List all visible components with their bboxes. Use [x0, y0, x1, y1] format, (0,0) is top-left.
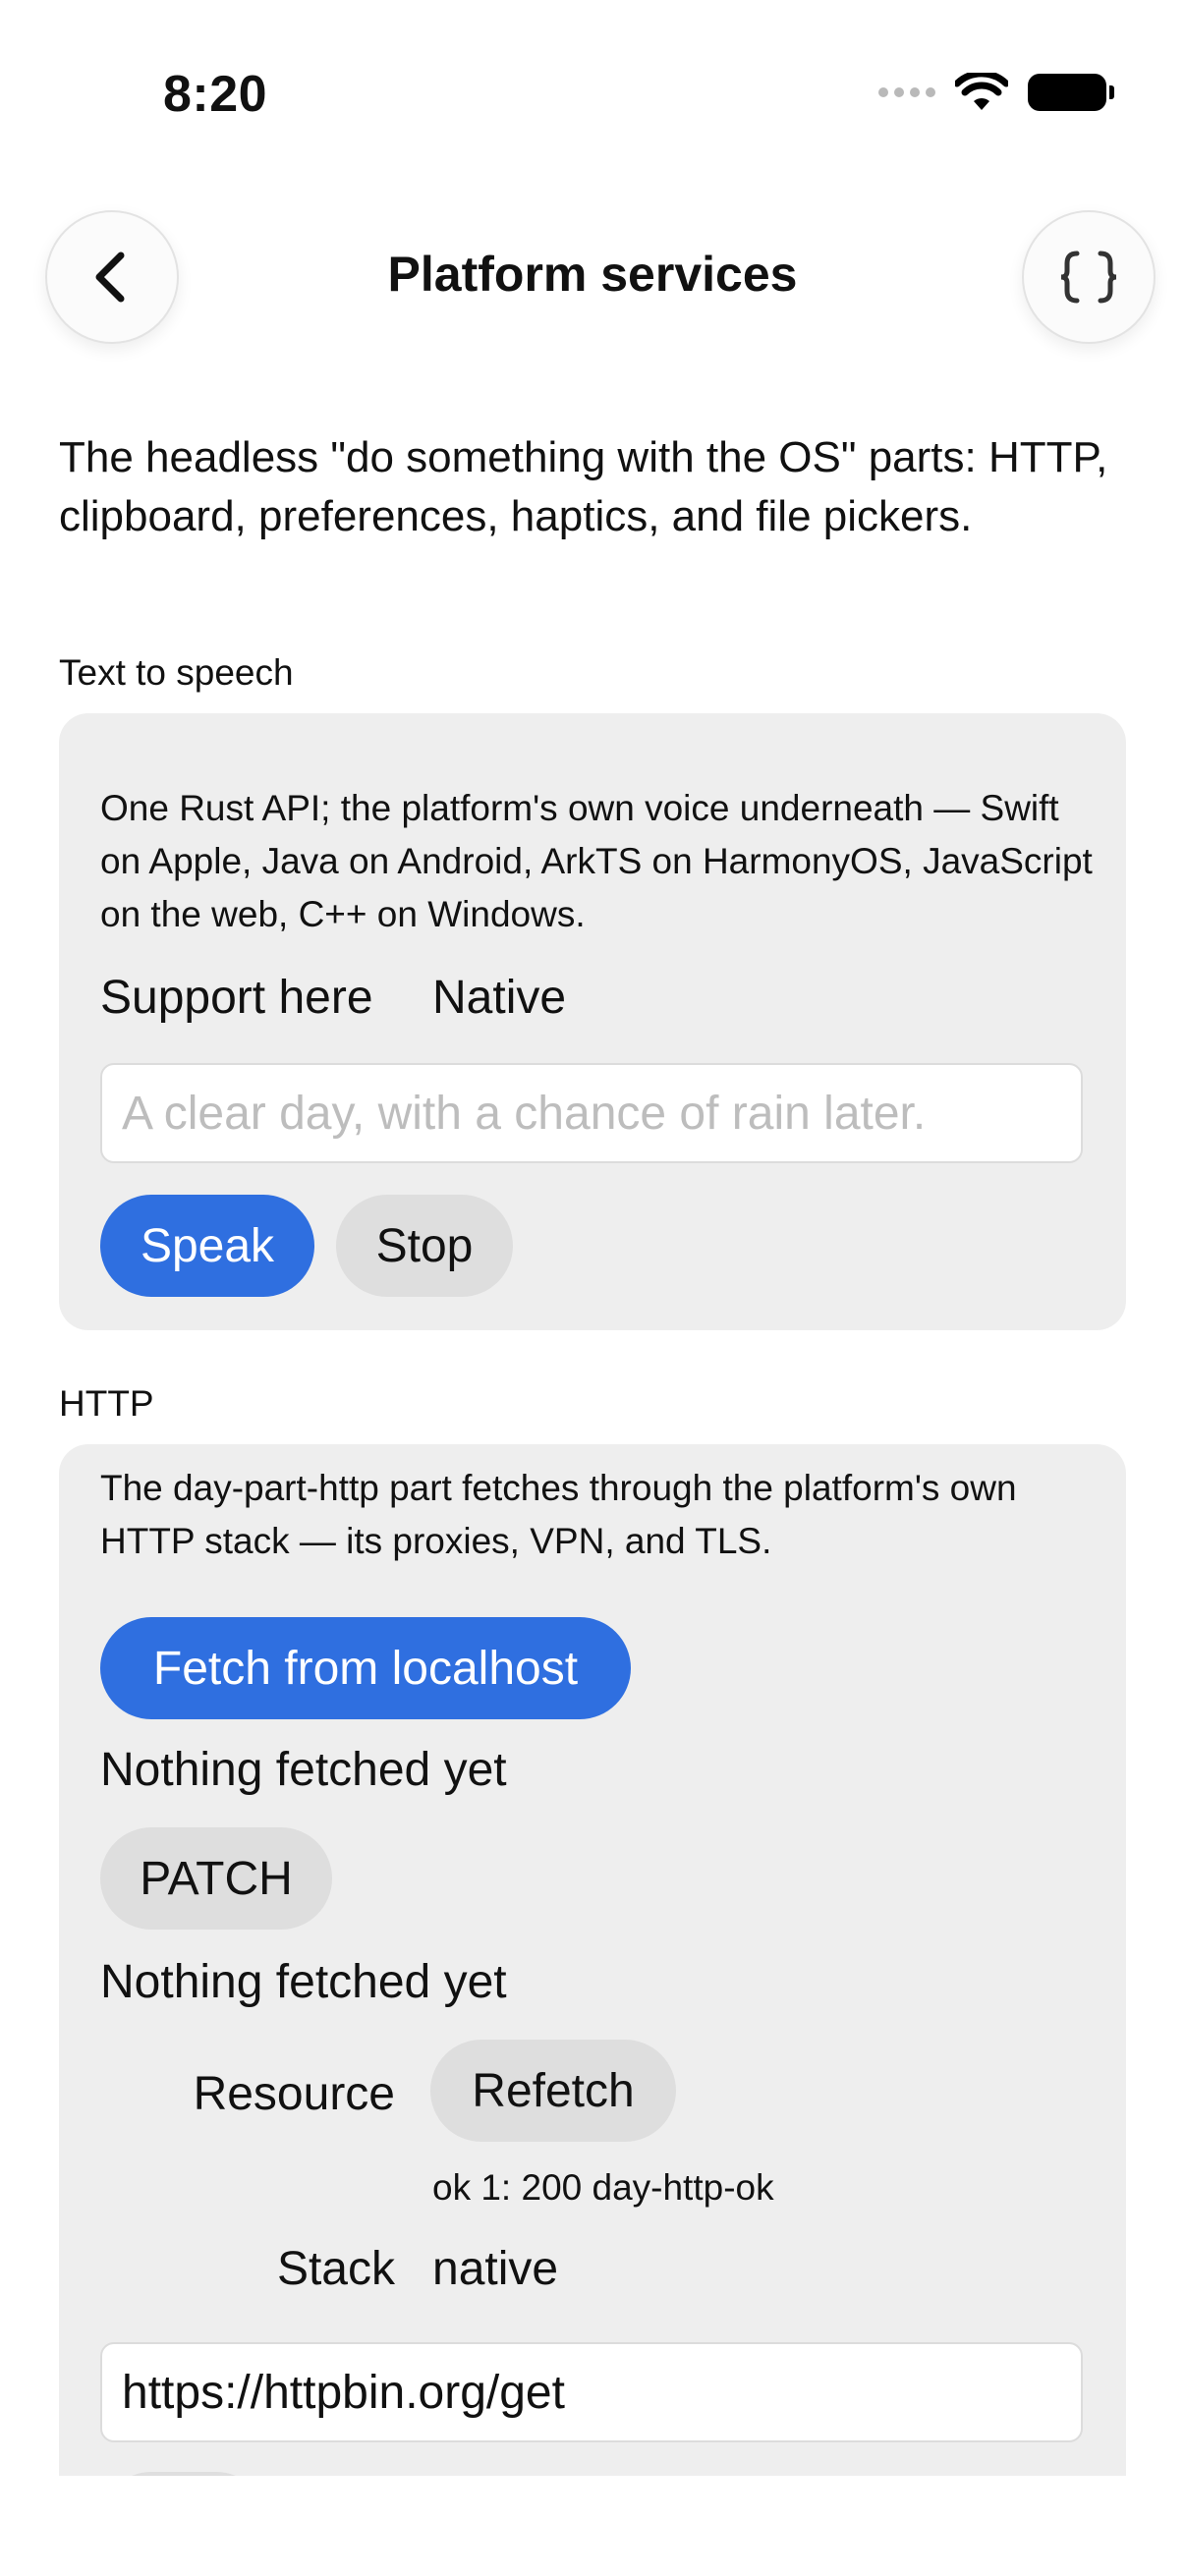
wifi-icon: [955, 73, 1008, 110]
battery-icon: [1028, 74, 1114, 111]
resource-label: Resource: [193, 2068, 395, 2120]
status-bar: 8:20: [0, 0, 1185, 147]
url-input[interactable]: [100, 2342, 1083, 2442]
stack-label: Stack: [276, 2243, 395, 2295]
intro-text: The headless "do something with the OS" …: [59, 433, 1108, 540]
speech-text-input[interactable]: [100, 1063, 1083, 1163]
braces-icon: [1060, 251, 1117, 304]
status-time: 8:20: [163, 66, 268, 123]
page-title: Platform services: [387, 247, 798, 302]
tts-card: One Rust API; the platform's own voice u…: [59, 713, 1126, 1330]
patch-status: Nothing fetched yet: [100, 1956, 507, 2008]
support-label: Support here: [100, 972, 373, 1024]
stop-button[interactable]: Stop: [336, 1195, 513, 1297]
http-section-label: HTTP: [59, 1383, 154, 1424]
http-description: The day-part-http part fetches through t…: [100, 1468, 1017, 1561]
support-value: Native: [432, 972, 567, 1024]
fetch-status: Nothing fetched yet: [100, 1744, 507, 1796]
partially-visible-button[interactable]: [100, 2472, 267, 2476]
cellular-signal-icon: [878, 87, 935, 97]
refetch-button[interactable]: Refetch: [430, 2040, 676, 2142]
patch-button[interactable]: PATCH: [100, 1827, 332, 1930]
status-icons: [878, 73, 1114, 112]
stack-value: native: [432, 2243, 559, 2295]
resource-status: ok 1: 200 day-http-ok: [432, 2167, 774, 2208]
fetch-localhost-button[interactable]: Fetch from localhost: [100, 1617, 631, 1719]
http-card: The day-part-http part fetches through t…: [59, 1444, 1126, 2476]
speak-button[interactable]: Speak: [100, 1195, 314, 1297]
json-view-button[interactable]: [1022, 210, 1156, 344]
tts-section-label: Text to speech: [59, 652, 294, 693]
tts-description: One Rust API; the platform's own voice u…: [100, 788, 1093, 934]
